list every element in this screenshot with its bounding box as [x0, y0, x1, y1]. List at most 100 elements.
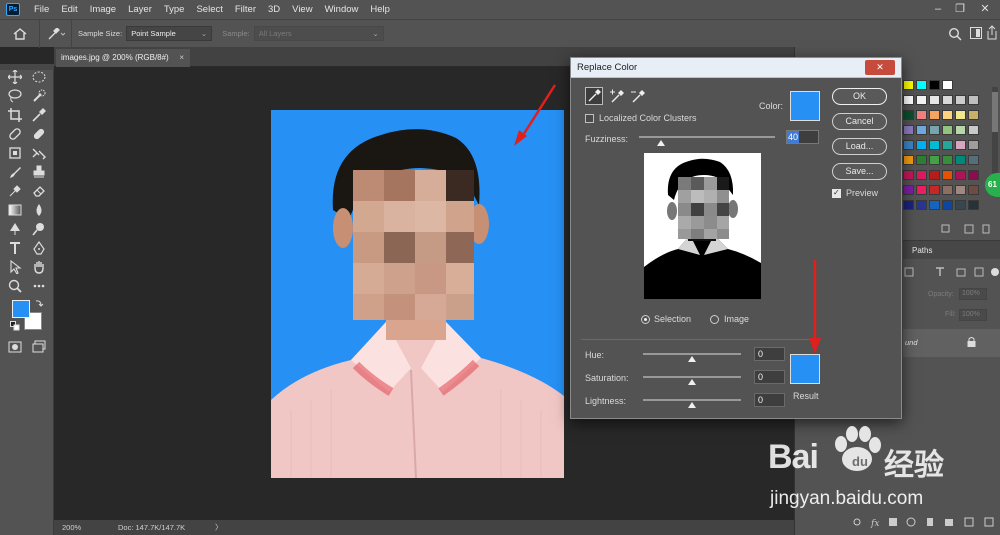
path-selection-tool-icon[interactable]: [8, 260, 22, 274]
cancel-button[interactable]: Cancel: [832, 113, 887, 130]
hand-tool-icon[interactable]: [32, 260, 46, 274]
home-button[interactable]: [0, 19, 40, 48]
picked-color-swatch[interactable]: [790, 91, 820, 121]
close-tab-icon[interactable]: ×: [179, 49, 184, 67]
saturation-slider[interactable]: [643, 376, 741, 378]
swatch[interactable]: [903, 155, 914, 165]
swatch[interactable]: [916, 110, 927, 120]
swatch[interactable]: [942, 185, 953, 195]
swatch[interactable]: [968, 170, 979, 180]
swatch[interactable]: [929, 140, 940, 150]
localized-clusters-checkbox[interactable]: [585, 114, 594, 123]
sample-size-select[interactable]: Point Sample ⌄: [126, 26, 213, 41]
art-history-brush-icon[interactable]: [8, 184, 22, 198]
swatch[interactable]: [929, 110, 940, 120]
swatch[interactable]: [929, 170, 940, 180]
swatch[interactable]: [942, 95, 953, 105]
swatch[interactable]: [955, 185, 966, 195]
swatch[interactable]: [929, 95, 940, 105]
swatch[interactable]: [955, 140, 966, 150]
blur-tool-icon[interactable]: [32, 203, 46, 217]
hue-slider-thumb[interactable]: [688, 356, 696, 362]
gradient-tool-icon[interactable]: [8, 203, 22, 217]
type-tool-icon[interactable]: [8, 241, 22, 255]
quick-selection-tool-icon[interactable]: [32, 89, 46, 103]
result-color-swatch[interactable]: [790, 354, 820, 384]
swatch[interactable]: [903, 185, 914, 195]
eyedropper-tool-icon[interactable]: [32, 108, 46, 122]
menu-type[interactable]: Type: [158, 0, 191, 19]
swatch[interactable]: [903, 125, 914, 135]
swatch[interactable]: [916, 155, 927, 165]
menu-view[interactable]: View: [286, 0, 318, 19]
swatch[interactable]: [942, 125, 953, 135]
restore-button[interactable]: ❐: [950, 0, 970, 19]
subtract-from-sample-eyedropper-icon[interactable]: [630, 89, 646, 105]
healing-brush-tool-icon[interactable]: [8, 127, 22, 141]
menu-edit[interactable]: Edit: [55, 0, 83, 19]
selection-preview[interactable]: [644, 153, 761, 299]
swatch[interactable]: [916, 185, 927, 195]
lightness-slider-thumb[interactable]: [688, 402, 696, 408]
ok-button[interactable]: OK: [832, 88, 887, 105]
menu-file[interactable]: File: [28, 0, 55, 19]
load-button[interactable]: Load...: [832, 138, 887, 155]
zoom-tool-icon[interactable]: [8, 279, 22, 293]
document-image[interactable]: [271, 110, 564, 478]
swatch[interactable]: [942, 110, 953, 120]
swatch[interactable]: [955, 155, 966, 165]
marquee-tool-icon[interactable]: [32, 70, 46, 84]
swatch[interactable]: [968, 110, 979, 120]
menu-3d[interactable]: 3D: [262, 0, 286, 19]
swatch[interactable]: [903, 200, 914, 210]
menu-window[interactable]: Window: [319, 0, 365, 19]
dialog-title-bar[interactable]: Replace Color: [571, 58, 901, 78]
swatch[interactable]: [929, 155, 940, 165]
swatch[interactable]: [929, 80, 940, 90]
minimize-button[interactable]: –: [928, 0, 948, 19]
paint-brush-icon[interactable]: [8, 165, 22, 179]
opacity-field[interactable]: 100%: [959, 288, 987, 300]
swatch[interactable]: [916, 200, 927, 210]
swatch[interactable]: [955, 110, 966, 120]
image-radio[interactable]: [710, 315, 719, 324]
swatch[interactable]: [955, 125, 966, 135]
swatch[interactable]: [968, 200, 979, 210]
swatch[interactable]: [903, 110, 914, 120]
swatch[interactable]: [968, 95, 979, 105]
hue-field[interactable]: 0: [754, 347, 785, 361]
swatch[interactable]: [942, 155, 953, 165]
swatch[interactable]: [968, 140, 979, 150]
default-colors-icon[interactable]: [10, 321, 20, 331]
swatch[interactable]: [916, 140, 927, 150]
share-icon[interactable]: [986, 25, 998, 41]
swatch[interactable]: [916, 80, 927, 90]
swatch[interactable]: [916, 125, 927, 135]
dialog-close-button[interactable]: ✕: [865, 60, 895, 75]
lightness-field[interactable]: 0: [754, 393, 785, 407]
fuzziness-slider-thumb[interactable]: [656, 140, 665, 146]
hue-slider[interactable]: [643, 353, 741, 355]
sponge-tool-icon[interactable]: [32, 222, 46, 236]
menu-layer[interactable]: Layer: [122, 0, 158, 19]
layer-filter-icons[interactable]: [903, 265, 1000, 279]
swatch[interactable]: [929, 200, 940, 210]
fuzziness-field[interactable]: 40: [786, 130, 819, 144]
swatch[interactable]: [903, 170, 914, 180]
menu-select[interactable]: Select: [190, 0, 228, 19]
saturation-slider-thumb[interactable]: [688, 379, 696, 385]
dodge-tool-icon[interactable]: [8, 222, 22, 236]
swatch[interactable]: [968, 185, 979, 195]
swatch[interactable]: [942, 170, 953, 180]
swatch[interactable]: [968, 155, 979, 165]
quick-mask-icon[interactable]: [8, 340, 22, 354]
tool-preset-picker[interactable]: [40, 19, 72, 48]
clone-stamp-tool-icon[interactable]: [8, 146, 22, 160]
swatch[interactable]: [955, 170, 966, 180]
swatch[interactable]: [903, 140, 914, 150]
swatch[interactable]: [942, 140, 953, 150]
eyedropper-button[interactable]: [585, 87, 603, 105]
lasso-tool-icon[interactable]: [8, 89, 22, 103]
swatch[interactable]: [916, 95, 927, 105]
workspace-icon[interactable]: [970, 27, 982, 39]
